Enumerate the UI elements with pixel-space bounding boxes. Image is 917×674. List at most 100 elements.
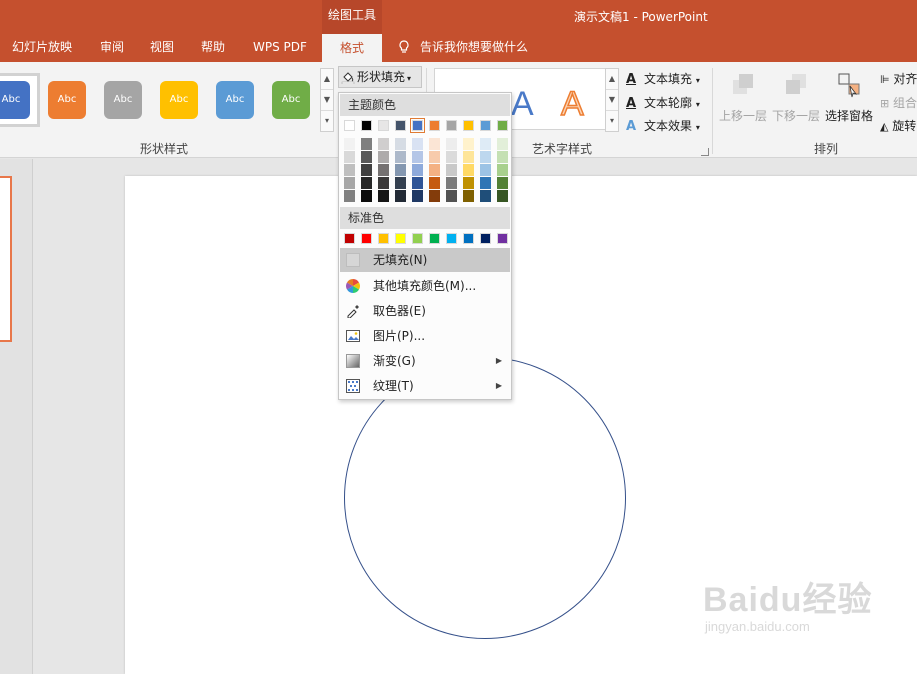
theme-shade-swatch[interactable] xyxy=(395,151,406,163)
theme-color-swatch[interactable] xyxy=(395,120,406,131)
theme-shade-swatch[interactable] xyxy=(497,177,508,189)
theme-shade-swatch[interactable] xyxy=(361,138,372,150)
theme-shade-swatch[interactable] xyxy=(463,138,474,150)
theme-shade-swatch[interactable] xyxy=(412,151,423,163)
standard-color-swatch[interactable] xyxy=(497,233,508,244)
standard-color-swatch[interactable] xyxy=(446,233,457,244)
shape-style-blue-dark[interactable]: Abc xyxy=(0,81,30,119)
no-fill-item[interactable]: 无填充(N) xyxy=(340,248,510,272)
theme-shade-swatch[interactable] xyxy=(446,151,457,163)
theme-shade-swatch[interactable] xyxy=(429,177,440,189)
theme-shade-swatch[interactable] xyxy=(395,177,406,189)
send-backward-button[interactable]: 下移一层 xyxy=(770,72,822,124)
theme-color-swatch[interactable] xyxy=(361,120,372,131)
theme-shade-swatch[interactable] xyxy=(429,151,440,163)
more-fill-colors-item[interactable]: 其他填充颜色(M)... xyxy=(340,274,510,298)
selection-pane-button[interactable]: 选择窗格 xyxy=(824,72,874,124)
tab-help[interactable]: 帮助 xyxy=(201,34,225,62)
text-fill-button[interactable]: A 文本填充 ▾ xyxy=(626,70,700,87)
theme-color-swatch[interactable] xyxy=(446,120,457,131)
theme-shade-swatch[interactable] xyxy=(480,138,491,150)
theme-shade-swatch[interactable] xyxy=(480,164,491,176)
theme-shade-swatch[interactable] xyxy=(497,164,508,176)
theme-shade-swatch[interactable] xyxy=(378,164,389,176)
picture-fill-item[interactable]: 图片(P)... xyxy=(340,324,510,348)
wordart-scroller[interactable]: ▲ ▼ ▾ xyxy=(605,68,619,132)
standard-color-swatch[interactable] xyxy=(429,233,440,244)
tab-review[interactable]: 审阅 xyxy=(100,34,124,62)
theme-shade-swatch[interactable] xyxy=(463,151,474,163)
theme-shade-swatch[interactable] xyxy=(361,151,372,163)
theme-shade-swatch[interactable] xyxy=(463,177,474,189)
theme-shade-swatch[interactable] xyxy=(378,190,389,202)
theme-shade-swatch[interactable] xyxy=(480,190,491,202)
shape-styles-scroller[interactable]: ▲ ▼ ▾ xyxy=(320,68,334,132)
standard-color-swatch[interactable] xyxy=(463,233,474,244)
theme-color-swatch[interactable] xyxy=(344,120,355,131)
text-effect-button[interactable]: A 文本效果 ▾ xyxy=(626,117,700,134)
scroll-up-icon[interactable]: ▲ xyxy=(321,69,333,90)
scroll-down-icon[interactable]: ▼ xyxy=(321,90,333,111)
gallery-more-icon[interactable]: ▾ xyxy=(321,111,333,132)
theme-shade-swatch[interactable] xyxy=(395,164,406,176)
tell-me-search[interactable]: 告诉我你想要做什么 xyxy=(398,34,528,62)
theme-shade-swatch[interactable] xyxy=(344,190,355,202)
shape-style-orange[interactable]: Abc xyxy=(48,81,86,119)
theme-shade-swatch[interactable] xyxy=(463,164,474,176)
texture-item[interactable]: 纹理(T) ▶ xyxy=(340,374,510,398)
theme-shade-swatch[interactable] xyxy=(446,177,457,189)
theme-shade-swatch[interactable] xyxy=(480,177,491,189)
theme-shade-swatch[interactable] xyxy=(480,151,491,163)
group-button[interactable]: ⊞ 组合 xyxy=(880,94,917,111)
theme-shade-swatch[interactable] xyxy=(344,151,355,163)
standard-color-swatch[interactable] xyxy=(395,233,406,244)
theme-color-swatch[interactable] xyxy=(378,120,389,131)
standard-color-swatch[interactable] xyxy=(344,233,355,244)
theme-shade-swatch[interactable] xyxy=(361,177,372,189)
standard-color-swatch[interactable] xyxy=(378,233,389,244)
theme-shade-swatch[interactable] xyxy=(344,164,355,176)
theme-shade-swatch[interactable] xyxy=(412,138,423,150)
standard-color-swatch[interactable] xyxy=(361,233,372,244)
theme-color-swatch[interactable] xyxy=(410,118,425,133)
theme-shade-swatch[interactable] xyxy=(446,138,457,150)
theme-shade-swatch[interactable] xyxy=(497,138,508,150)
gradient-item[interactable]: 渐变(G) ▶ xyxy=(340,349,510,373)
theme-shade-swatch[interactable] xyxy=(412,164,423,176)
shape-style-blue[interactable]: Abc xyxy=(216,81,254,119)
theme-shade-swatch[interactable] xyxy=(497,151,508,163)
dialog-launcher-icon[interactable] xyxy=(701,148,709,156)
theme-shade-swatch[interactable] xyxy=(378,151,389,163)
theme-shade-swatch[interactable] xyxy=(446,164,457,176)
theme-color-swatch[interactable] xyxy=(497,120,508,131)
theme-shade-swatch[interactable] xyxy=(429,190,440,202)
align-button[interactable]: ⊫ 对齐 xyxy=(880,70,917,87)
theme-color-swatch[interactable] xyxy=(463,120,474,131)
slide-thumbnail-selected[interactable] xyxy=(0,176,12,342)
text-outline-button[interactable]: A 文本轮廓 ▾ xyxy=(626,94,700,111)
shape-style-green[interactable]: Abc xyxy=(272,81,310,119)
rotate-button[interactable]: ◭ 旋转 xyxy=(880,117,916,134)
tab-format[interactable]: 格式 xyxy=(322,34,382,62)
theme-shade-swatch[interactable] xyxy=(378,138,389,150)
standard-color-swatch[interactable] xyxy=(480,233,491,244)
tab-view[interactable]: 视图 xyxy=(150,34,174,62)
shape-fill-button[interactable]: 形状填充 ▾ xyxy=(338,66,422,88)
shape-style-gold[interactable]: Abc xyxy=(160,81,198,119)
scroll-up-icon[interactable]: ▲ xyxy=(606,69,618,90)
theme-shade-swatch[interactable] xyxy=(463,190,474,202)
theme-shade-swatch[interactable] xyxy=(412,190,423,202)
shape-style-gray[interactable]: Abc xyxy=(104,81,142,119)
eyedropper-item[interactable]: 取色器(E) xyxy=(340,299,510,323)
theme-shade-swatch[interactable] xyxy=(412,177,423,189)
theme-shade-swatch[interactable] xyxy=(429,138,440,150)
bring-forward-button[interactable]: 上移一层 xyxy=(718,72,768,124)
theme-shade-swatch[interactable] xyxy=(378,177,389,189)
theme-color-swatch[interactable] xyxy=(480,120,491,131)
theme-color-swatch[interactable] xyxy=(429,120,440,131)
theme-shade-swatch[interactable] xyxy=(344,177,355,189)
theme-shade-swatch[interactable] xyxy=(446,190,457,202)
gallery-more-icon[interactable]: ▾ xyxy=(606,111,618,132)
theme-shade-swatch[interactable] xyxy=(361,164,372,176)
theme-shade-swatch[interactable] xyxy=(395,190,406,202)
